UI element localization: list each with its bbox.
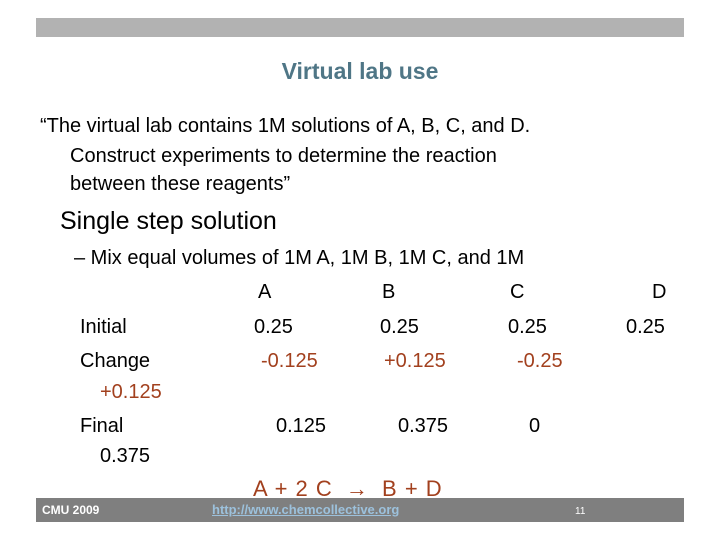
column-header-c: C [510,281,525,303]
change-b: +0.125 [384,350,446,372]
row-label-change: Change [80,350,151,372]
final-d: 0.375 [100,445,151,467]
sub-bullet: – Mix equal volumes of 1M A, 1M B, 1M C,… [74,247,525,269]
chemcollective-link[interactable]: http://www.chemcollective.org [212,502,399,517]
row-label-initial: Initial [80,316,127,338]
initial-a: 0.25 [254,316,293,338]
final-c: 0 [529,415,541,437]
column-header-d: D [652,281,667,303]
column-header-a: A [258,281,272,303]
slide-title: Virtual lab use [281,58,439,84]
change-d: +0.125 [100,381,162,403]
final-a: 0.125 [276,415,327,437]
column-header-b: B [382,281,396,303]
change-a: -0.125 [261,350,318,372]
initial-b: 0.25 [380,316,419,338]
footer-left-text: CMU 2009 [42,503,100,517]
change-c: -0.25 [517,350,563,372]
quote-line-3: between these reagents” [70,173,291,195]
header-bar [36,18,684,37]
initial-c: 0.25 [508,316,547,338]
final-b: 0.375 [398,415,449,437]
quote-line-2: Construct experiments to determine the r… [70,145,497,167]
quote-line-1: “The virtual lab contains 1M solutions o… [40,115,531,137]
section-heading: Single step solution [60,207,277,235]
initial-d: 0.25 [626,316,665,338]
row-label-final: Final [80,415,124,437]
page-number: 11 [575,506,586,517]
